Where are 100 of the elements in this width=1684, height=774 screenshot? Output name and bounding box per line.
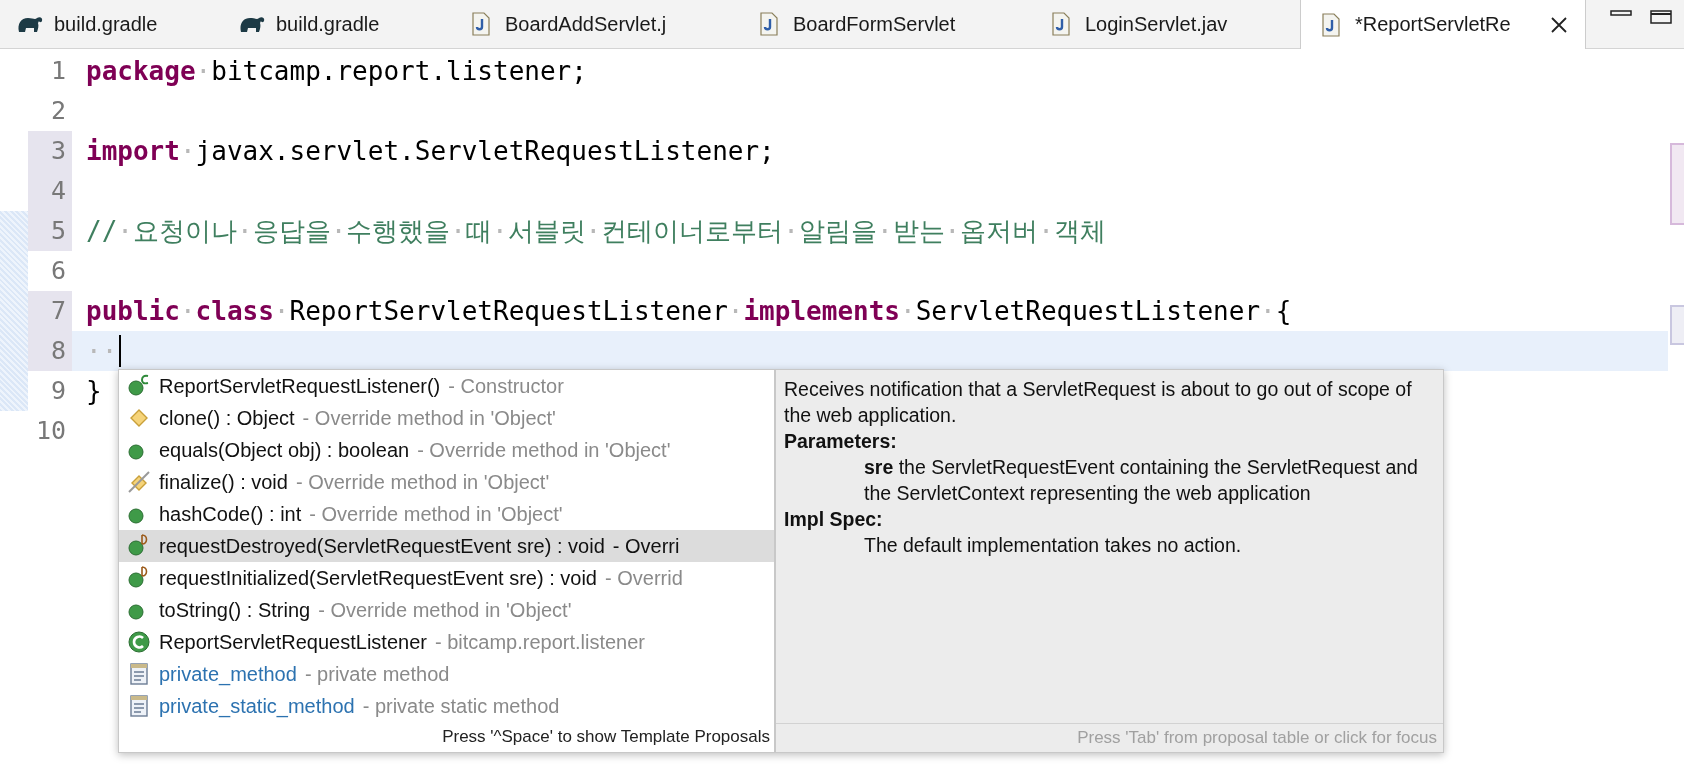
whitespace-marker: ·	[1260, 296, 1276, 326]
code-keyword: implements	[743, 296, 900, 326]
code-text: ReportServletRequestListener	[289, 296, 728, 326]
proposal-detail: - private static method	[362, 694, 560, 718]
whitespace-marker: ·	[179, 136, 196, 166]
proposal-detail: - Override method in 'Object'	[309, 502, 563, 526]
proposal-item[interactable]: equals(Object obj) : boolean - Override method in 'Object'	[119, 434, 774, 466]
doc-text: sre the ServletRequestEvent containing the ServletRequest and the ServletContext representing the web application	[863, 455, 1419, 506]
doc-text: The default implementation takes no action.	[863, 533, 1243, 558]
template-icon	[127, 662, 151, 686]
line-number: 5	[28, 211, 72, 251]
method-icon	[127, 374, 151, 398]
code-text: }	[86, 376, 102, 406]
proposal-item[interactable]: ReportServletRequestListener - bitcamp.report.listener	[119, 626, 774, 658]
code-text: {	[1275, 296, 1292, 326]
proposal-name: ReportServletRequestListener()	[159, 374, 441, 398]
proposal-item[interactable]: private_static_method - private static method	[119, 690, 774, 722]
whitespace-marker: ·	[585, 216, 602, 246]
proposal-item[interactable]: clone() : Object - Override method in 'Object'	[119, 402, 774, 434]
proposal-name: requestInitialized(ServletRequestEvent sre) : void	[159, 566, 597, 590]
code-text: bitcamp.report.listener;	[211, 56, 587, 86]
proposal-item[interactable]: toString() : String - Override method in 'Object'	[119, 594, 774, 626]
class-icon	[127, 630, 151, 654]
whitespace-marker: ·	[491, 216, 508, 246]
tab-label: BoardAddServlet.j	[505, 12, 667, 36]
whitespace-marker: ·	[195, 56, 212, 86]
whitespace-marker: ·	[330, 216, 347, 246]
proposal-detail: - private method	[304, 662, 450, 686]
code-keyword: import	[86, 136, 180, 166]
line-number: 7	[28, 291, 72, 331]
doc-heading: Parameters:	[784, 429, 898, 454]
hint-text: Press '^Space' to show Template Proposals	[442, 727, 770, 747]
whitespace-marker: ·	[273, 296, 290, 326]
proposal-detail: - Overrid	[605, 566, 683, 590]
line-number: 6	[49, 255, 67, 287]
code-comment: 응답을	[252, 214, 331, 248]
line-number: 10	[34, 415, 67, 447]
whitespace-marker: ·	[236, 216, 253, 246]
whitespace-marker: ·	[117, 216, 133, 246]
proposal-item[interactable]: private_method - private method	[119, 658, 774, 690]
proposal-name: hashCode() : int	[159, 502, 302, 526]
whitespace-marker: ··	[86, 336, 118, 366]
tab-label: *ReportServletRe	[1355, 13, 1511, 36]
proposal-name: toString() : String	[159, 598, 311, 622]
editor-tab[interactable]: BoardAddServlet.j	[451, 0, 739, 48]
whitespace-marker: ·	[727, 296, 744, 326]
line-number: 9	[49, 375, 67, 407]
line-number: 8	[28, 331, 72, 371]
code-keyword: public	[86, 296, 180, 326]
code-keyword: class	[195, 296, 274, 326]
code-comment: 받는	[892, 214, 945, 248]
proposal-detail: - Override method in 'Object'	[417, 438, 671, 462]
code-text: ServletRequestListener	[915, 296, 1261, 326]
line-number: 4	[28, 171, 72, 211]
maximize-icon[interactable]	[1650, 10, 1672, 24]
proposal-item[interactable]: requestInitialized(ServletRequestEvent sre) : void - Overrid	[119, 562, 774, 594]
close-icon[interactable]	[1549, 14, 1569, 35]
proposal-item[interactable]: requestDestroyed(ServletRequestEvent sre) : void - Overri	[119, 530, 774, 562]
proposal-item[interactable]: finalize() : void - Override method in 'Object'	[119, 466, 774, 498]
tab-label: BoardFormServlet	[793, 12, 956, 36]
proposal-item[interactable]: ReportServletRequestListener() - Constructor	[119, 370, 774, 402]
proposal-detail: - Override method in 'Object'	[318, 598, 572, 622]
proposal-name: private_static_method	[159, 694, 355, 718]
whitespace-marker: ·	[944, 216, 961, 246]
editor-tab[interactable]: LoginServlet.jav	[1031, 0, 1300, 48]
editor-tab[interactable]: BoardFormServlet	[739, 0, 1031, 48]
tab-label: build.gradle	[276, 12, 380, 36]
template-icon	[127, 694, 151, 718]
whitespace-marker: ·	[783, 216, 799, 246]
code-keyword: package	[86, 56, 196, 86]
proposal-name: requestDestroyed(ServletRequestEvent sre) : void	[159, 534, 605, 558]
proposal-name: equals(Object obj) : boolean	[159, 438, 410, 462]
code-comment: //	[86, 216, 118, 246]
whitespace-marker: ·	[1038, 216, 1054, 246]
proposal-item[interactable]: hashCode() : int - Override method in 'Object'	[119, 498, 774, 530]
doc-heading: Impl Spec:	[784, 507, 884, 532]
code-comment: 요청이나	[132, 214, 237, 248]
proposal-detail: - Constructor	[448, 374, 564, 398]
whitespace-marker: ·	[876, 216, 893, 246]
code-comment: 알림을	[798, 214, 877, 248]
whitespace-marker: ·	[900, 296, 916, 326]
proposal-detail: - Overri	[612, 534, 680, 558]
editor-tab[interactable]: *ReportServletRe	[1300, 0, 1586, 49]
proposal-detail: - bitcamp.report.listener	[434, 630, 645, 654]
tab-label: build.gradle	[54, 12, 158, 36]
editor-tab[interactable]: build.gradle	[0, 0, 222, 48]
tab-label: LoginServlet.jav	[1085, 12, 1228, 36]
proposal-detail: - Override method in 'Object'	[295, 470, 550, 494]
code-comment: 객체	[1053, 214, 1106, 248]
code-text: javax.servlet.ServletRequestListener;	[195, 136, 775, 166]
code-comment: 컨테이너로부터	[601, 214, 784, 248]
proposal-detail: - Override method in 'Object'	[302, 406, 556, 430]
code-comment: 서블릿	[507, 214, 586, 248]
doc-summary: Receives notification that a ServletRequest is about to go out of scope of the web application.	[784, 377, 1413, 428]
editor-tab[interactable]: build.gradle	[222, 0, 451, 48]
code-comment: 옵저버	[960, 214, 1039, 248]
proposal-name: clone() : Object	[159, 406, 295, 430]
crossed-diamond-icon	[127, 470, 151, 494]
proposal-name: finalize() : void	[159, 470, 288, 494]
proposal-name: ReportServletRequestListener	[159, 630, 427, 654]
